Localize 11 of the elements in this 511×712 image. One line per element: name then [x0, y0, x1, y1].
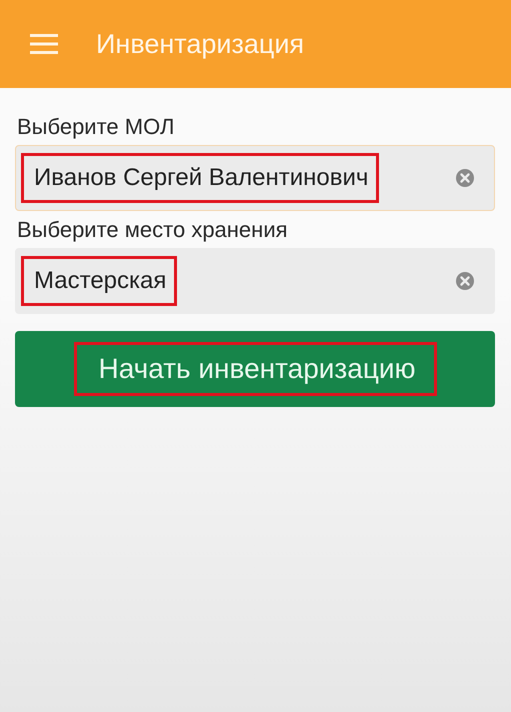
field-value: Иванов Сергей Валентинович	[21, 153, 380, 203]
field-label: Выберите место хранения	[17, 217, 289, 243]
menu-icon[interactable]	[30, 34, 58, 54]
clear-icon[interactable]	[456, 272, 474, 290]
start-inventory-button[interactable]: Начать инвентаризацию	[15, 331, 495, 407]
select-field[interactable]: Мастерская	[15, 248, 495, 314]
select-field[interactable]: Иванов Сергей Валентинович	[15, 145, 495, 211]
app-title: Инвентаризация	[96, 28, 304, 60]
clear-icon[interactable]	[456, 169, 474, 187]
field-label: Выберите МОЛ	[17, 114, 176, 140]
field-value: Мастерская	[21, 256, 178, 306]
